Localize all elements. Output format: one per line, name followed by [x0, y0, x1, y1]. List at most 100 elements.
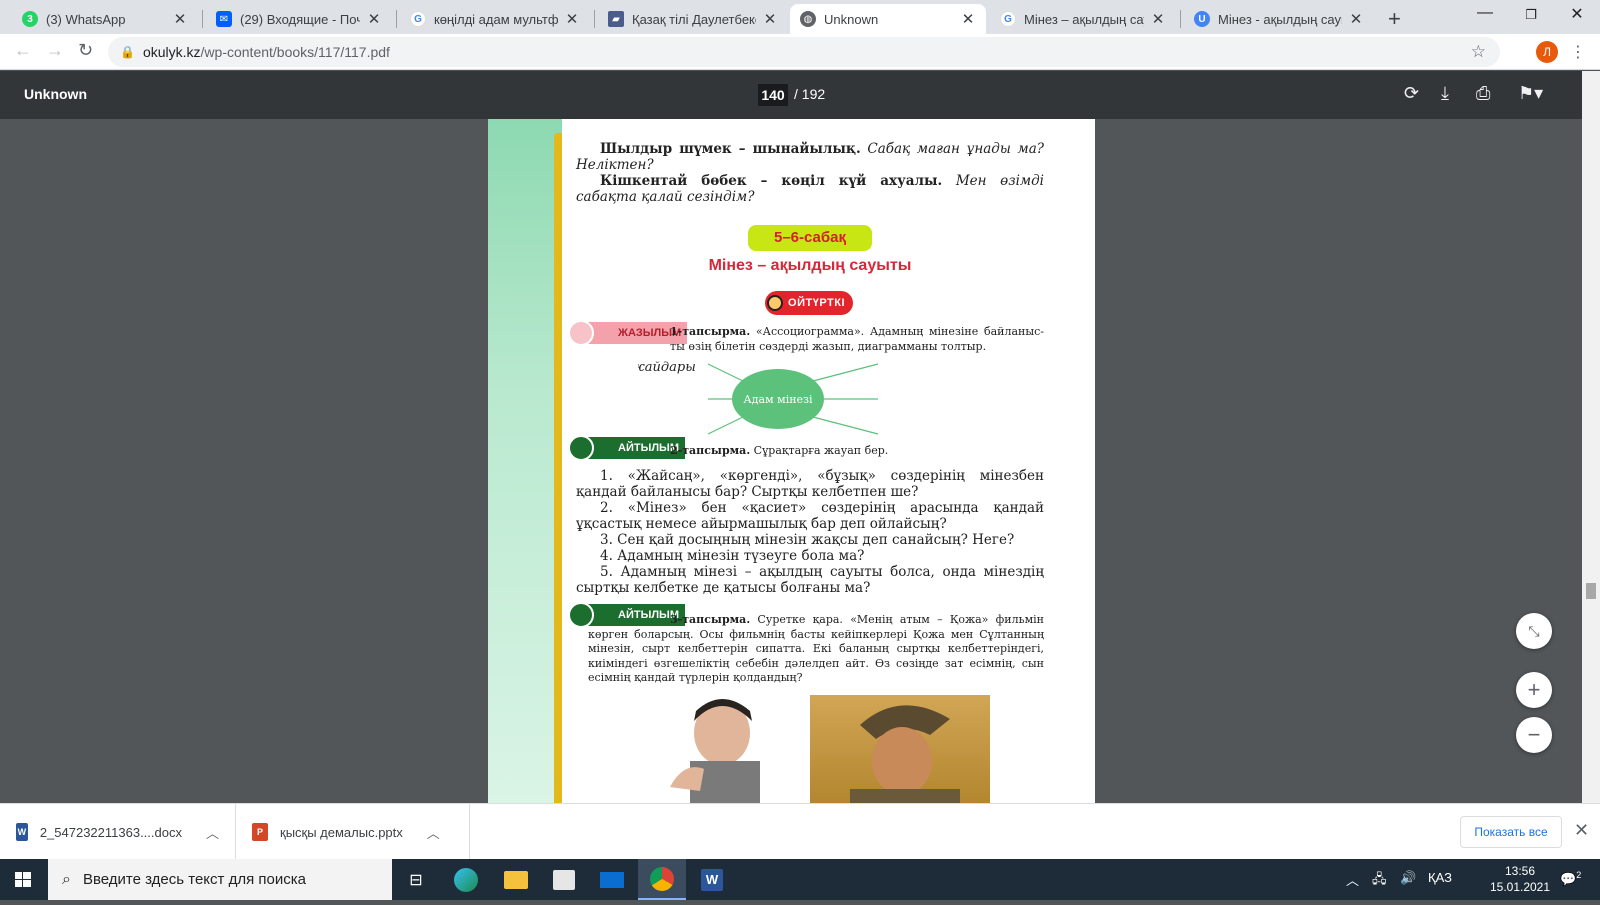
download-item-docx[interactable]: W 2_547232211363....docx ︿: [0, 804, 236, 860]
warmup-face-icon: [767, 295, 783, 311]
show-all-downloads-button[interactable]: Показать все: [1460, 816, 1562, 848]
tab-mail[interactable]: ✉ (29) Входящие - Почта Mail.ru ✕: [206, 4, 392, 34]
google-icon: G: [410, 11, 426, 27]
url-host: okulyk.kz: [142, 44, 201, 60]
windows-logo-icon: [15, 872, 31, 887]
store-icon[interactable]: [540, 859, 588, 900]
tab-textbook[interactable]: ▰ Қазақ тілі Даулетбекова ✕: [598, 4, 788, 34]
show-hidden-icons-icon[interactable]: ︿: [1346, 870, 1359, 889]
pdf-viewer[interactable]: Шылдыр шүмек – шынайылық. Сабақ маған ұн…: [0, 119, 1600, 803]
forward-icon[interactable]: →: [46, 40, 64, 61]
speech-icon: [568, 435, 594, 461]
whatsapp-icon: 3: [22, 11, 38, 27]
bookmark-star-icon[interactable]: ☆: [1471, 42, 1486, 62]
tab-strip: 3 (3) WhatsApp ✕ ✉ (29) Входящие - Почта…: [0, 0, 1600, 34]
scrollbar[interactable]: [1582, 71, 1600, 803]
volume-icon[interactable]: 🔊: [1400, 870, 1416, 886]
page-side-stripe: [488, 119, 562, 803]
windows-taskbar: ⌕ Введите здесь текст для поиска ⊟ W ︿ 🖧…: [0, 859, 1600, 900]
question-item: 4. Адамның мінезін түзеуге бола ма?: [600, 548, 865, 564]
close-icon[interactable]: ✕: [564, 10, 580, 28]
lesson-number-badge: 5–6-сабақ: [748, 225, 872, 251]
close-icon[interactable]: ✕: [172, 10, 188, 28]
tab-u-site[interactable]: U Мінез - ақылдың сауыты ✕: [1184, 4, 1374, 34]
chevron-up-icon[interactable]: ︿: [206, 823, 219, 842]
clock[interactable]: 13:56 15.01.2021: [1480, 863, 1560, 895]
bookmark-icon[interactable]: ⚑▾: [1518, 83, 1543, 104]
tab-google-result[interactable]: G Мінез – ақылдың сауыты ✕: [990, 4, 1176, 34]
tab-google-search[interactable]: G көңілді адам мультфильм ✕: [400, 4, 590, 34]
close-window-icon[interactable]: ✕: [1554, 4, 1600, 24]
language-indicator[interactable]: ҚАЗ: [1428, 870, 1452, 885]
menu-icon[interactable]: ⋮: [1570, 42, 1586, 62]
restore-icon[interactable]: ❐: [1508, 7, 1554, 23]
url-path: /wp-content/books/117/117.pdf: [200, 44, 390, 60]
close-icon[interactable]: ✕: [366, 10, 382, 28]
download-icon[interactable]: ⤓: [1441, 83, 1449, 104]
diagram-example-word: жайдары: [638, 360, 696, 375]
page-total: / 192: [794, 86, 826, 102]
clock-date: 15.01.2021: [1489, 880, 1551, 894]
question-item: 5. Адамның мінезі – ақылдың сауыты болса…: [576, 564, 1044, 596]
network-icon[interactable]: 🖧: [1372, 870, 1387, 892]
tab-whatsapp[interactable]: 3 (3) WhatsApp ✕: [12, 4, 198, 34]
print-icon[interactable]: ⎙: [1476, 83, 1490, 104]
zoom-out-icon[interactable]: −: [1516, 717, 1552, 753]
notifications-icon[interactable]: 💬2: [1560, 870, 1581, 887]
question-item: 2. «Мінез» бен «қасиет» сөздерінің арасы…: [576, 500, 1044, 532]
tab-title: Мінез – ақылдың сауыты: [1024, 11, 1144, 27]
browser-toolbar: ← → ↻ 🔒 okulyk.kz/wp-content/books/117/1…: [0, 34, 1600, 70]
rotate-icon[interactable]: ⟳: [1404, 83, 1419, 104]
clock-time: 13:56: [1504, 864, 1536, 878]
close-icon[interactable]: ✕: [960, 10, 976, 28]
word-app-icon[interactable]: W: [688, 859, 736, 900]
task-2: 2-тапсырма. Сұрақтарға жауап бер.: [670, 444, 889, 457]
mail-app-icon[interactable]: [588, 859, 636, 900]
close-download-bar-icon[interactable]: ✕: [1574, 820, 1589, 841]
chrome-icon[interactable]: [638, 859, 686, 900]
fit-page-icon[interactable]: ⤡: [1516, 613, 1552, 649]
tab-divider: [202, 10, 203, 28]
tab-divider: [1180, 10, 1181, 28]
close-icon[interactable]: ✕: [1348, 10, 1364, 28]
pencil-icon: [568, 320, 594, 346]
zoom-in-icon[interactable]: +: [1516, 672, 1552, 708]
intro-paragraph-1: Шылдыр шүмек – шынайылық. Сабақ маған ұн…: [576, 141, 1044, 173]
boy-photo-2: [810, 695, 990, 803]
question-list: 1. «Жайсаң», «көргенді», «бұзық» сөздері…: [576, 468, 1044, 596]
lesson-title: Мінез – ақылдың сауыты: [708, 257, 912, 274]
u-site-icon: U: [1194, 11, 1210, 27]
edge-icon[interactable]: [442, 859, 490, 900]
back-icon[interactable]: ←: [14, 40, 32, 61]
intro-paragraph-2: Кішкентай бөбек – көңіл күй ахуалы. Мен …: [576, 173, 1044, 205]
tab-title: көңілді адам мультфильм: [434, 11, 558, 27]
page-gold-border: [554, 133, 562, 803]
tab-unknown[interactable]: ◍ Unknown ✕: [790, 4, 986, 34]
close-icon[interactable]: ✕: [762, 10, 778, 28]
task-1: 1-тапсырма. «Ассоциограмма». Адамның мін…: [670, 325, 1044, 353]
address-bar[interactable]: 🔒 okulyk.kz/wp-content/books/117/117.pdf…: [108, 37, 1500, 67]
taskbar-search-input[interactable]: ⌕ Введите здесь текст для поиска: [48, 859, 392, 900]
pdf-title: Unknown: [24, 86, 87, 102]
download-filename: 2_547232211363....docx: [39, 824, 182, 840]
diagram-center-label: Адам мінезі: [743, 393, 813, 406]
download-item-pptx[interactable]: P қысқы демалыс.pptx ︿: [236, 804, 470, 860]
tab-title: Мінез - ақылдың сауыты: [1218, 11, 1342, 27]
reload-icon[interactable]: ↻: [78, 40, 93, 61]
close-icon[interactable]: ✕: [1150, 10, 1166, 28]
start-button[interactable]: [0, 859, 46, 900]
profile-avatar[interactable]: Л: [1536, 41, 1558, 63]
tab-title: Қазақ тілі Даулетбекова: [632, 11, 756, 27]
tab-title: (3) WhatsApp: [46, 11, 126, 27]
minimize-icon[interactable]: —: [1462, 4, 1508, 22]
file-explorer-icon[interactable]: [492, 859, 540, 900]
task-view-icon[interactable]: ⊟: [392, 859, 440, 900]
scrollbar-thumb[interactable]: [1586, 583, 1596, 599]
chevron-up-icon[interactable]: ︿: [427, 823, 440, 842]
tab-divider: [396, 10, 397, 28]
boy-photo-1: [640, 691, 780, 803]
page-intro: Шылдыр шүмек – шынайылық. Сабақ маған ұн…: [576, 141, 1044, 205]
page-number-input[interactable]: 140: [758, 84, 788, 106]
question-item: 1. «Жайсаң», «көргенді», «бұзық» сөздері…: [576, 468, 1044, 500]
new-tab-icon[interactable]: +: [1388, 6, 1401, 32]
